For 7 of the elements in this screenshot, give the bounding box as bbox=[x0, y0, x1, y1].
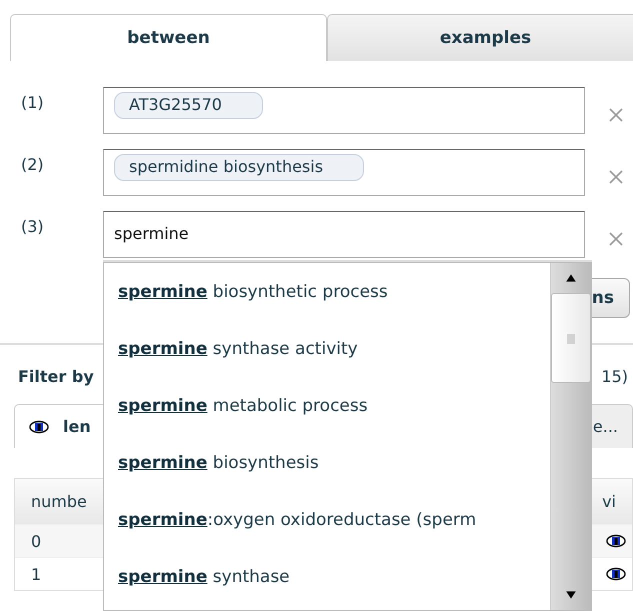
table-cell: 0 bbox=[31, 532, 42, 550]
row-number: (3) bbox=[20, 216, 45, 236]
table-cell: 1 bbox=[31, 564, 42, 584]
row-number: (2) bbox=[20, 154, 45, 174]
filter-count: 15) bbox=[601, 367, 628, 386]
filter-label: Filter by bbox=[18, 367, 94, 386]
row-number: (1) bbox=[20, 92, 45, 112]
